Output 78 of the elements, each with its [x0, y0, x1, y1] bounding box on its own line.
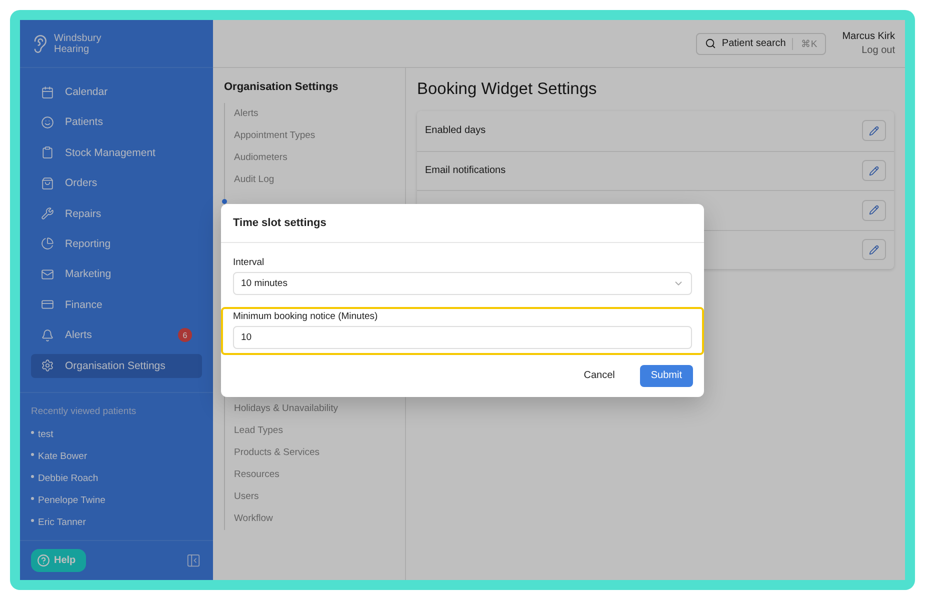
input-field[interactable]: 10: [233, 326, 692, 348]
settings-nav-item[interactable]: Alerts: [225, 103, 405, 125]
sidebar-item[interactable]: Patients: [31, 110, 202, 134]
user-name: Marcus Kirk: [842, 31, 895, 42]
nav-icon: [41, 359, 54, 372]
sidebar-item[interactable]: Marketing: [31, 262, 202, 286]
settings-nav-item[interactable]: Workflow: [225, 508, 405, 530]
brand-name: Windsbury Hearing: [54, 32, 102, 54]
pencil-icon: [869, 205, 879, 216]
nav-label: Repairs: [65, 208, 102, 220]
recent-patient-link[interactable]: Penelope Twine: [38, 495, 106, 506]
field-label: Minimum booking notice (Minutes): [233, 310, 379, 322]
sidebar-item[interactable]: Stock Management: [31, 140, 202, 165]
nav-label: Alerts: [65, 329, 92, 342]
sidebar-item[interactable]: Alerts 6: [31, 323, 202, 348]
bullet-icon: [31, 497, 34, 500]
bullet-icon: [31, 519, 34, 522]
patient-search-button[interactable]: Patient search ⌘K: [696, 32, 826, 54]
recent-patient-link[interactable]: Kate Bower: [38, 451, 88, 462]
nav-label: Orders: [65, 177, 98, 190]
setting-label: Email notifications: [425, 165, 506, 176]
nav-icon: [41, 146, 54, 160]
settings-nav-item[interactable]: Users: [225, 486, 405, 508]
nav-label: Calendar: [65, 86, 108, 98]
count-badge: 6: [178, 328, 192, 342]
nav-icon: [41, 237, 54, 250]
settings-nav-item[interactable]: Products & Services: [225, 442, 405, 464]
recent-patient-link[interactable]: test: [38, 429, 54, 440]
nav-label: Organisation Settings: [65, 360, 166, 372]
edit-button[interactable]: [862, 160, 886, 182]
nav-label: Stock Management: [65, 146, 156, 159]
nav-icon: [41, 176, 54, 190]
pencil-icon: [869, 244, 879, 255]
cancel-button[interactable]: Cancel: [572, 364, 626, 386]
collapse-sidebar-icon[interactable]: [186, 553, 201, 568]
settings-nav-item[interactable]: Audiometers: [225, 147, 405, 169]
settings-nav-item[interactable]: Resources: [225, 464, 405, 486]
settings-nav-title: Organisation Settings: [224, 81, 340, 93]
nav-icon: [41, 298, 54, 312]
interval-select[interactable]: 10 minutes: [233, 272, 692, 294]
sidebar-item[interactable]: Orders: [31, 171, 202, 196]
nav-label: Marketing: [65, 268, 112, 280]
nav-label: Patients: [65, 116, 103, 128]
logout-link[interactable]: Log out: [862, 45, 895, 56]
sidebar-item[interactable]: Finance: [31, 292, 202, 317]
nav-label: Reporting: [65, 238, 111, 250]
nav-icon: [41, 268, 54, 281]
nav-icon: [41, 86, 54, 98]
sidebar-item[interactable]: Reporting: [31, 232, 202, 256]
sidebar-item[interactable]: Repairs: [31, 202, 202, 226]
recent-patient-link[interactable]: Eric Tanner: [38, 517, 86, 528]
nav-label: Finance: [65, 298, 102, 311]
help-icon: [37, 554, 50, 567]
nav-icon: [41, 116, 54, 129]
settings-nav-item[interactable]: Holidays & Unavailability: [225, 398, 405, 420]
search-icon: [704, 38, 716, 49]
settings-nav-item[interactable]: Lead Types: [225, 420, 405, 442]
field-label: Interval: [233, 256, 266, 268]
recent-title: Recently viewed patients: [31, 406, 138, 417]
bullet-icon: [31, 431, 34, 434]
page-title: Booking Widget Settings: [417, 80, 598, 99]
bullet-icon: [31, 453, 34, 456]
nav-icon: [41, 207, 54, 220]
edit-button[interactable]: [862, 239, 886, 260]
bullet-icon: [31, 475, 34, 478]
settings-nav-item[interactable]: Appointment Types: [225, 125, 405, 147]
edit-button[interactable]: [862, 120, 886, 142]
help-button[interactable]: Help: [31, 549, 86, 572]
edit-button[interactable]: [862, 200, 886, 221]
pencil-icon: [869, 126, 879, 136]
submit-button[interactable]: Submit: [640, 364, 693, 386]
pencil-icon: [869, 166, 879, 176]
recent-patient-link[interactable]: Debbie Roach: [38, 473, 98, 484]
settings-nav-item[interactable]: Audit Log: [225, 169, 405, 191]
sidebar-item[interactable]: Calendar: [31, 80, 202, 104]
dialog-title: Time slot settings: [233, 216, 326, 228]
setting-label: Enabled days: [425, 125, 486, 136]
nav-icon: [41, 328, 54, 342]
